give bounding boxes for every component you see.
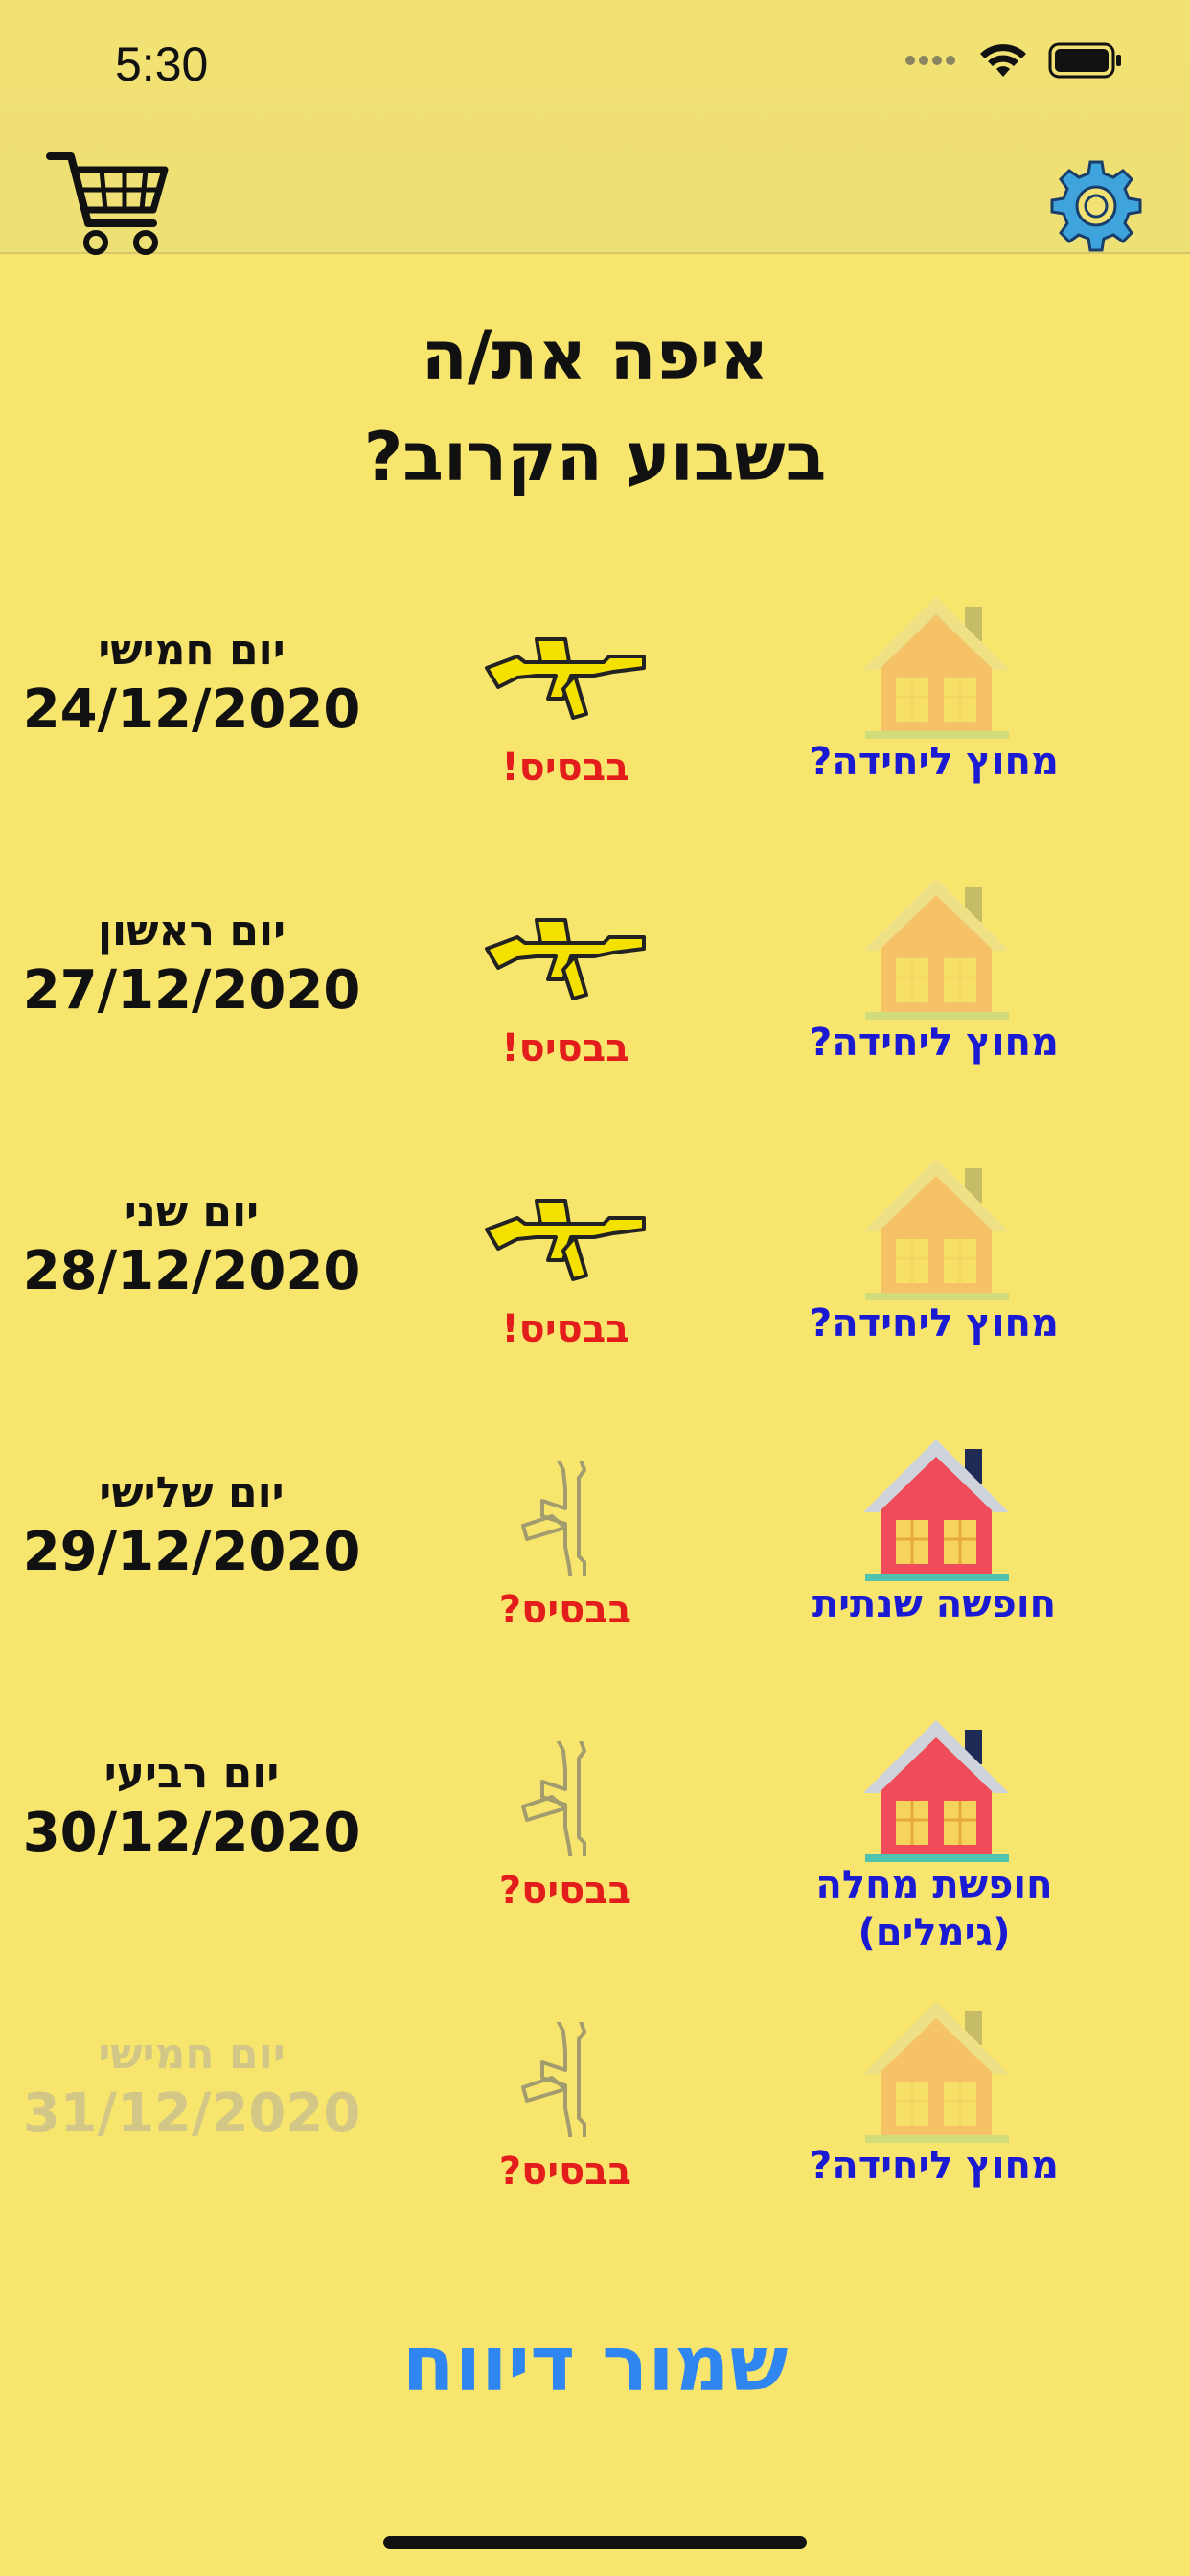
location-status-label[interactable]: חופשת מחלה (גימלים) bbox=[767, 1861, 1102, 1957]
day-name: יום שני bbox=[124, 1187, 260, 1236]
day-date: 28/12/2020 bbox=[22, 1240, 361, 1302]
save-report-button[interactable]: שמור דיווח bbox=[0, 2319, 1190, 2408]
base-status-label[interactable]: בבסיס? bbox=[450, 1588, 680, 1632]
rifle-icon[interactable] bbox=[479, 618, 652, 733]
gear-icon[interactable] bbox=[1048, 158, 1144, 254]
day-name: יום חמישי bbox=[98, 2030, 286, 2079]
day-row: יום חמישי 31/12/2020 בבסיס? מחוץ ליחידה? bbox=[0, 1979, 1190, 2247]
wifi-icon bbox=[980, 44, 1026, 77]
base-status-label[interactable]: בבסיס! bbox=[450, 1026, 680, 1070]
home-indicator bbox=[383, 2536, 807, 2549]
day-row: יום ראשון 27/12/2020 בבסיס! מחוץ ליחידה? bbox=[0, 856, 1190, 1124]
house-icon[interactable] bbox=[858, 1993, 1016, 2147]
location-status-label[interactable]: מחוץ ליחידה? bbox=[767, 1019, 1102, 1067]
day-row: יום שלישי 29/12/2020 בבסיס? חופשה שנתית bbox=[0, 1417, 1190, 1686]
location-status-label[interactable]: מחוץ ליחידה? bbox=[767, 1300, 1102, 1347]
title-line-1: איפה את/ה bbox=[421, 316, 769, 395]
rifle-outline-icon[interactable] bbox=[479, 2022, 652, 2137]
location-status-label[interactable]: מחוץ ליחידה? bbox=[767, 2142, 1102, 2190]
day-name: יום חמישי bbox=[98, 626, 286, 675]
day-info: יום חמישי 31/12/2020 bbox=[19, 2027, 364, 2146]
house-icon[interactable] bbox=[858, 1151, 1016, 1304]
location-status-label[interactable]: מחוץ ליחידה? bbox=[767, 738, 1102, 786]
day-info: יום חמישי 24/12/2020 bbox=[19, 623, 364, 742]
day-name: יום ראשון bbox=[97, 907, 286, 955]
rifle-icon[interactable] bbox=[479, 1180, 652, 1295]
house-icon[interactable] bbox=[858, 1713, 1016, 1866]
house-icon[interactable] bbox=[858, 870, 1016, 1024]
base-status-label[interactable]: בבסיס! bbox=[450, 746, 680, 790]
rifle-outline-icon[interactable] bbox=[479, 1460, 652, 1576]
day-info: יום שני 28/12/2020 bbox=[19, 1184, 364, 1303]
cart-icon[interactable] bbox=[46, 149, 171, 259]
day-name: יום שלישי bbox=[99, 1468, 285, 1517]
day-row: יום חמישי 24/12/2020 בבסיס! מחוץ ליחידה? bbox=[0, 575, 1190, 843]
day-info: יום שלישי 29/12/2020 bbox=[19, 1465, 364, 1584]
day-info: יום ראשון 27/12/2020 bbox=[19, 904, 364, 1023]
rifle-outline-icon[interactable] bbox=[479, 1741, 652, 1856]
day-info: יום רביעי 30/12/2020 bbox=[19, 1746, 364, 1865]
page-title: איפה את/ה בשבוע הקרוב? bbox=[0, 305, 1190, 508]
title-line-2: בשבוע הקרוב? bbox=[363, 418, 827, 496]
day-date: 31/12/2020 bbox=[22, 2082, 361, 2145]
base-status-label[interactable]: בבסיס! bbox=[450, 1307, 680, 1351]
day-row: יום שני 28/12/2020 בבסיס! מחוץ ליחידה? bbox=[0, 1137, 1190, 1405]
day-date: 24/12/2020 bbox=[22, 678, 361, 741]
location-status-label[interactable]: חופשה שנתית bbox=[767, 1580, 1102, 1628]
house-icon[interactable] bbox=[858, 589, 1016, 743]
day-date: 30/12/2020 bbox=[22, 1802, 361, 1864]
rifle-icon[interactable] bbox=[479, 899, 652, 1014]
day-date: 29/12/2020 bbox=[22, 1521, 361, 1583]
status-icons bbox=[904, 42, 1123, 79]
house-icon[interactable] bbox=[858, 1432, 1016, 1585]
battery-icon bbox=[1048, 42, 1121, 79]
navigation-bar: 5:30 bbox=[0, 0, 1190, 255]
day-row: יום רביעי 30/12/2020 בבסיס? חופשת מחלה (… bbox=[0, 1698, 1190, 1966]
screen: 5:30 איפה את/ה בשבוע הקרוב? יום חמישי 24… bbox=[0, 0, 1190, 2576]
day-name: יום רביעי bbox=[103, 1749, 280, 1798]
status-time: 5:30 bbox=[115, 37, 209, 91]
base-status-label[interactable]: בבסיס? bbox=[450, 2150, 680, 2194]
signal-icon bbox=[905, 56, 955, 65]
day-date: 27/12/2020 bbox=[22, 959, 361, 1022]
base-status-label[interactable]: בבסיס? bbox=[450, 1869, 680, 1913]
